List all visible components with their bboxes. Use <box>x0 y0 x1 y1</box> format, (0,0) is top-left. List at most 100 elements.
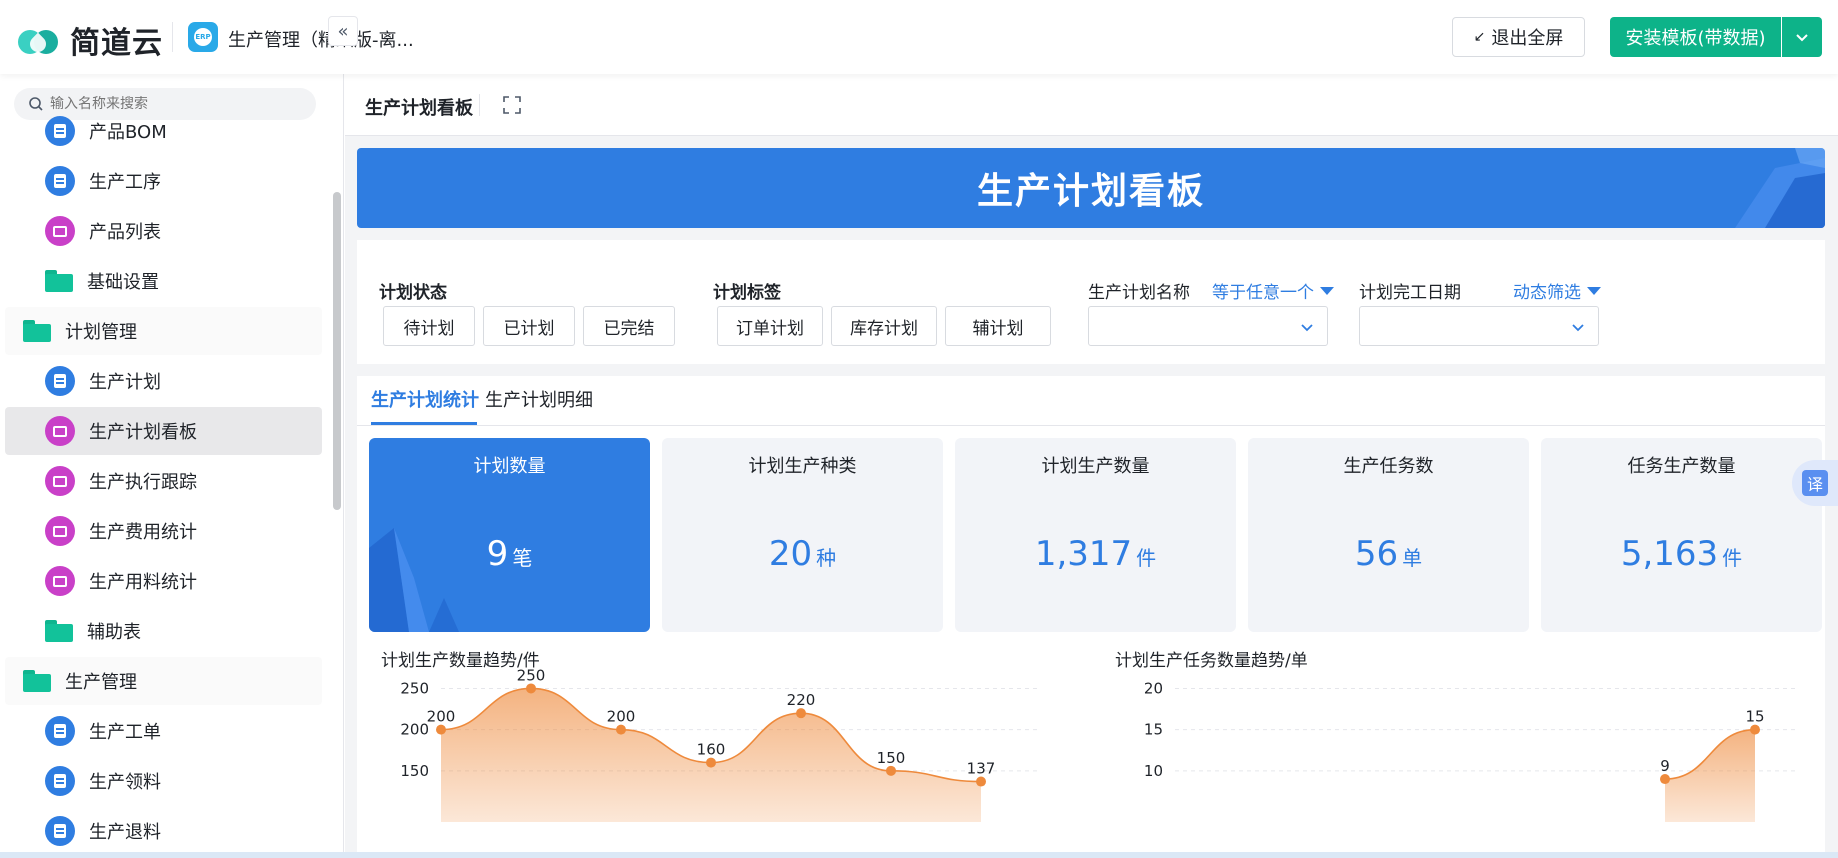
stat-number: 56 <box>1354 534 1399 574</box>
document-icon <box>45 816 75 846</box>
sidebar-item[interactable]: 生产管理 <box>5 657 322 705</box>
sidebar-item[interactable]: 生产领料 <box>5 757 322 805</box>
sidebar-item-label: 生产用料统计 <box>89 572 197 593</box>
dashboard-icon <box>45 566 75 596</box>
brand-name: 简道云 <box>70 26 163 61</box>
sidebar-item-label: 生产执行跟踪 <box>89 472 197 493</box>
sidebar-item-label: 辅助表 <box>87 622 141 643</box>
data-label: 15 <box>1745 708 1764 726</box>
status-option-completed[interactable]: 已完结 <box>583 306 675 346</box>
data-label: 200 <box>607 708 636 726</box>
exit-fullscreen-label: 退出全屏 <box>1491 28 1564 49</box>
sidebar-item-label: 产品BOM <box>89 122 167 143</box>
data-point <box>1660 774 1670 785</box>
sidebar-item-label: 生产工单 <box>89 722 161 743</box>
dashboard-icon <box>45 416 75 446</box>
dashboard-icon <box>45 216 75 246</box>
sidebar-item[interactable]: 生产执行跟踪 <box>5 457 322 505</box>
data-point <box>616 724 626 735</box>
chart-plot: 250 200 150 200 250 200 160 220 150 137 <box>400 666 1041 822</box>
document-icon <box>45 116 75 146</box>
sidebar-item[interactable]: 生产用料统计 <box>5 557 322 605</box>
plan-date-select[interactable] <box>1359 306 1599 346</box>
dashboard-icon <box>45 466 75 496</box>
chevron-down-icon <box>1301 324 1313 332</box>
stat-number: 5,163 <box>1620 534 1719 574</box>
sidebar-item[interactable]: 辅助表 <box>5 607 322 655</box>
stat-unit: 种 <box>816 546 837 570</box>
document-icon <box>45 716 75 746</box>
sidebar-item[interactable]: 生产工序 <box>5 157 322 205</box>
stat-card-product-types[interactable]: 计划生产种类 20 种 <box>662 438 943 632</box>
stat-unit: 件 <box>1722 546 1743 570</box>
y-tick-label: 250 <box>400 679 429 697</box>
y-tick-label: 10 <box>1144 762 1163 780</box>
sidebar-item-label: 生产领料 <box>89 772 161 793</box>
expand-icon[interactable] <box>501 94 523 116</box>
sidebar-item[interactable]: 生产工单 <box>5 707 322 755</box>
brand-logo[interactable]: 简道云 <box>18 18 163 62</box>
page-header: 生产计划看板 <box>345 74 1838 136</box>
document-icon <box>45 766 75 796</box>
stat-title: 计划数量 <box>473 456 546 477</box>
sidebar-item-label: 生产退料 <box>89 822 161 843</box>
install-options-dropdown[interactable] <box>1782 17 1822 57</box>
collapse-sidebar-button[interactable]: « <box>328 16 358 46</box>
plan-date-operator[interactable]: 动态筛选 <box>1513 278 1601 303</box>
chevron-down-icon <box>1572 324 1584 332</box>
exit-fullscreen-button[interactable]: ↙ 退出全屏 <box>1452 17 1585 57</box>
sidebar-item[interactable]: 产品列表 <box>5 207 322 255</box>
active-tab-indicator <box>371 422 477 425</box>
app-name[interactable]: 生产管理（精细版-离... <box>228 26 414 52</box>
y-tick-label: 150 <box>400 762 429 780</box>
data-label: 160 <box>697 741 726 759</box>
sidebar-item[interactable]: 生产退料 <box>5 807 322 855</box>
folder-icon <box>45 620 73 642</box>
brand-logo-icon <box>18 22 64 58</box>
translate-button[interactable]: 译 <box>1792 460 1838 506</box>
y-tick-label: 20 <box>1144 679 1163 697</box>
sidebar: 产品BOM 生产工序产品列表基础设置计划管理生产计划生产计划看板生产执行跟踪生产费… <box>0 74 344 858</box>
stat-card-task-count[interactable]: 生产任务数 56 单 <box>1248 438 1529 632</box>
collapse-arrows-icon: ↙ <box>1473 29 1486 45</box>
tag-option-stock[interactable]: 库存计划 <box>831 306 937 346</box>
data-label: 250 <box>517 666 546 684</box>
stat-title: 生产任务数 <box>1343 456 1434 477</box>
tag-option-auxiliary[interactable]: 辅计划 <box>945 306 1051 346</box>
status-option-planned[interactable]: 已计划 <box>483 306 575 346</box>
stat-card-task-quantity[interactable]: 任务生产数量 5,163 件 <box>1541 438 1822 632</box>
sidebar-item[interactable]: 产品BOM <box>5 107 322 155</box>
chevron-down-icon <box>1796 34 1808 42</box>
sidebar-scrollbar[interactable] <box>333 192 341 510</box>
area-fill <box>1665 729 1755 822</box>
sidebar-item[interactable]: 计划管理 <box>5 307 322 355</box>
page-title: 生产计划看板 <box>365 98 473 119</box>
stat-card-plan-count[interactable]: 计划数量 9笔 <box>369 438 650 632</box>
sidebar-item-label: 生产计划 <box>89 372 161 393</box>
sidebar-item[interactable]: 基础设置 <box>5 257 322 305</box>
folder-icon <box>23 320 51 342</box>
status-option-pending[interactable]: 待计划 <box>383 306 475 346</box>
plan-name-operator[interactable]: 等于任意一个 <box>1212 278 1334 303</box>
tag-option-order[interactable]: 订单计划 <box>717 306 823 346</box>
stat-value: 5,163 件 <box>1541 534 1822 574</box>
chart-plot: 20 15 10 9 15 <box>1144 679 1795 822</box>
stat-value: 9笔 <box>369 534 650 574</box>
data-point <box>886 765 896 776</box>
document-icon <box>45 366 75 396</box>
data-label: 150 <box>877 749 906 767</box>
plan-name-select[interactable] <box>1088 306 1328 346</box>
install-template-button[interactable]: 安装模板(带数据) <box>1610 17 1781 57</box>
sidebar-item-label: 计划管理 <box>65 322 137 343</box>
caret-down-icon <box>1320 286 1334 295</box>
stat-title: 任务生产数量 <box>1627 456 1736 477</box>
translate-label: 译 <box>1802 470 1828 496</box>
stat-card-production-quantity[interactable]: 计划生产数量 1,317 件 <box>955 438 1236 632</box>
sidebar-item[interactable]: 生产计划 <box>5 357 322 405</box>
tab-plan-details[interactable]: 生产计划明细 <box>485 386 593 412</box>
sidebar-item[interactable]: 生产费用统计 <box>5 507 322 555</box>
dashboard-icon <box>45 516 75 546</box>
sidebar-item[interactable]: 生产计划看板 <box>5 407 322 455</box>
banner-title: 生产计划看板 <box>976 171 1205 212</box>
tab-plan-statistics[interactable]: 生产计划统计 <box>371 386 479 412</box>
